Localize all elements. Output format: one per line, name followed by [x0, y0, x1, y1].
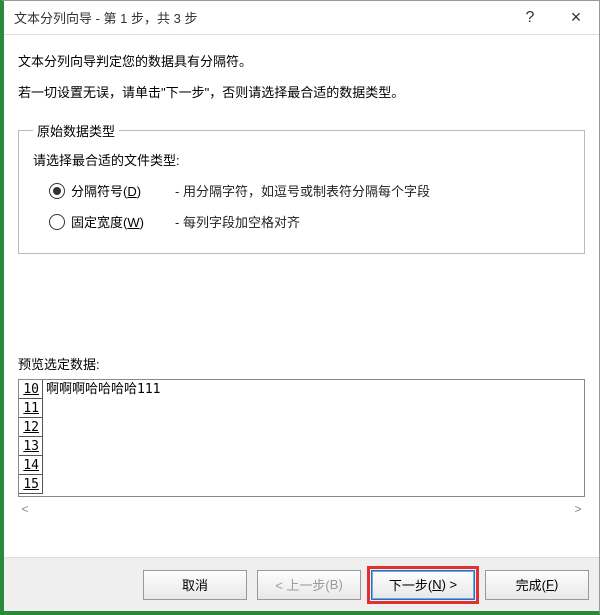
preview-box: 10 啊啊啊哈哈哈哈111 11 12 13 14 15	[18, 379, 585, 497]
preview-label: 预览选定数据:	[18, 354, 585, 373]
back-button: < 上一步(B)	[257, 570, 361, 600]
row-text	[43, 475, 584, 494]
group-legend: 原始数据类型	[33, 121, 119, 140]
row-number: 13	[19, 437, 43, 456]
radio-delimited[interactable]: 分隔符号(D) - 用分隔字符，如逗号或制表符分隔每个字段	[49, 181, 570, 200]
row-number: 14	[19, 456, 43, 475]
row-text	[43, 456, 584, 475]
table-row: 11	[19, 399, 584, 418]
table-row: 15	[19, 475, 584, 494]
row-number: 12	[19, 418, 43, 437]
table-row: 13	[19, 437, 584, 456]
data-type-group: 原始数据类型 请选择最合适的文件类型: 分隔符号(D) - 用分隔字符，如逗号或…	[18, 121, 585, 254]
table-row: 14	[19, 456, 584, 475]
next-button[interactable]: 下一步(N) >	[371, 570, 475, 600]
titlebar: 文本分列向导 - 第 1 步，共 3 步 ? ×	[4, 1, 599, 35]
radio-fixed-width[interactable]: 固定宽度(W) - 每列字段加空格对齐	[49, 212, 570, 231]
row-number: 10	[19, 380, 43, 399]
help-icon[interactable]: ?	[507, 1, 553, 35]
radio-desc: - 用分隔字符，如逗号或制表符分隔每个字段	[175, 181, 430, 200]
wizard-window: 文本分列向导 - 第 1 步，共 3 步 ? × 文本分列向导判定您的数据具有分…	[0, 0, 600, 615]
close-icon[interactable]: ×	[553, 1, 599, 35]
row-text	[43, 418, 584, 437]
row-text	[43, 437, 584, 456]
table-row: 12	[19, 418, 584, 437]
intro-line-2: 若一切设置无误，请单击"下一步"，否则请选择最合适的数据类型。	[18, 82, 585, 101]
row-number: 15	[19, 475, 43, 494]
content-area: 文本分列向导判定您的数据具有分隔符。 若一切设置无误，请单击"下一步"，否则请选…	[4, 35, 599, 557]
radio-icon	[49, 183, 65, 199]
row-text	[43, 399, 584, 418]
radio-label: 分隔符号(D)	[71, 181, 169, 200]
intro-line-1: 文本分列向导判定您的数据具有分隔符。	[18, 51, 585, 70]
cancel-button[interactable]: 取消	[143, 570, 247, 600]
footer: 取消 < 上一步(B) 下一步(N) > 完成(F)	[4, 557, 599, 611]
radio-desc: - 每列字段加空格对齐	[175, 212, 300, 231]
scroll-left-icon[interactable]: <	[18, 502, 32, 516]
radio-label: 固定宽度(W)	[71, 212, 169, 231]
table-row: 10 啊啊啊哈哈哈哈111	[19, 380, 584, 399]
finish-button[interactable]: 完成(F)	[485, 570, 589, 600]
scroll-right-icon[interactable]: >	[571, 502, 585, 516]
window-title: 文本分列向导 - 第 1 步，共 3 步	[14, 8, 507, 27]
row-number: 11	[19, 399, 43, 418]
group-prompt: 请选择最合适的文件类型:	[33, 150, 570, 169]
row-text: 啊啊啊哈哈哈哈111	[43, 380, 584, 399]
radio-icon	[49, 214, 65, 230]
horizontal-scrollbar[interactable]: < >	[18, 499, 585, 519]
